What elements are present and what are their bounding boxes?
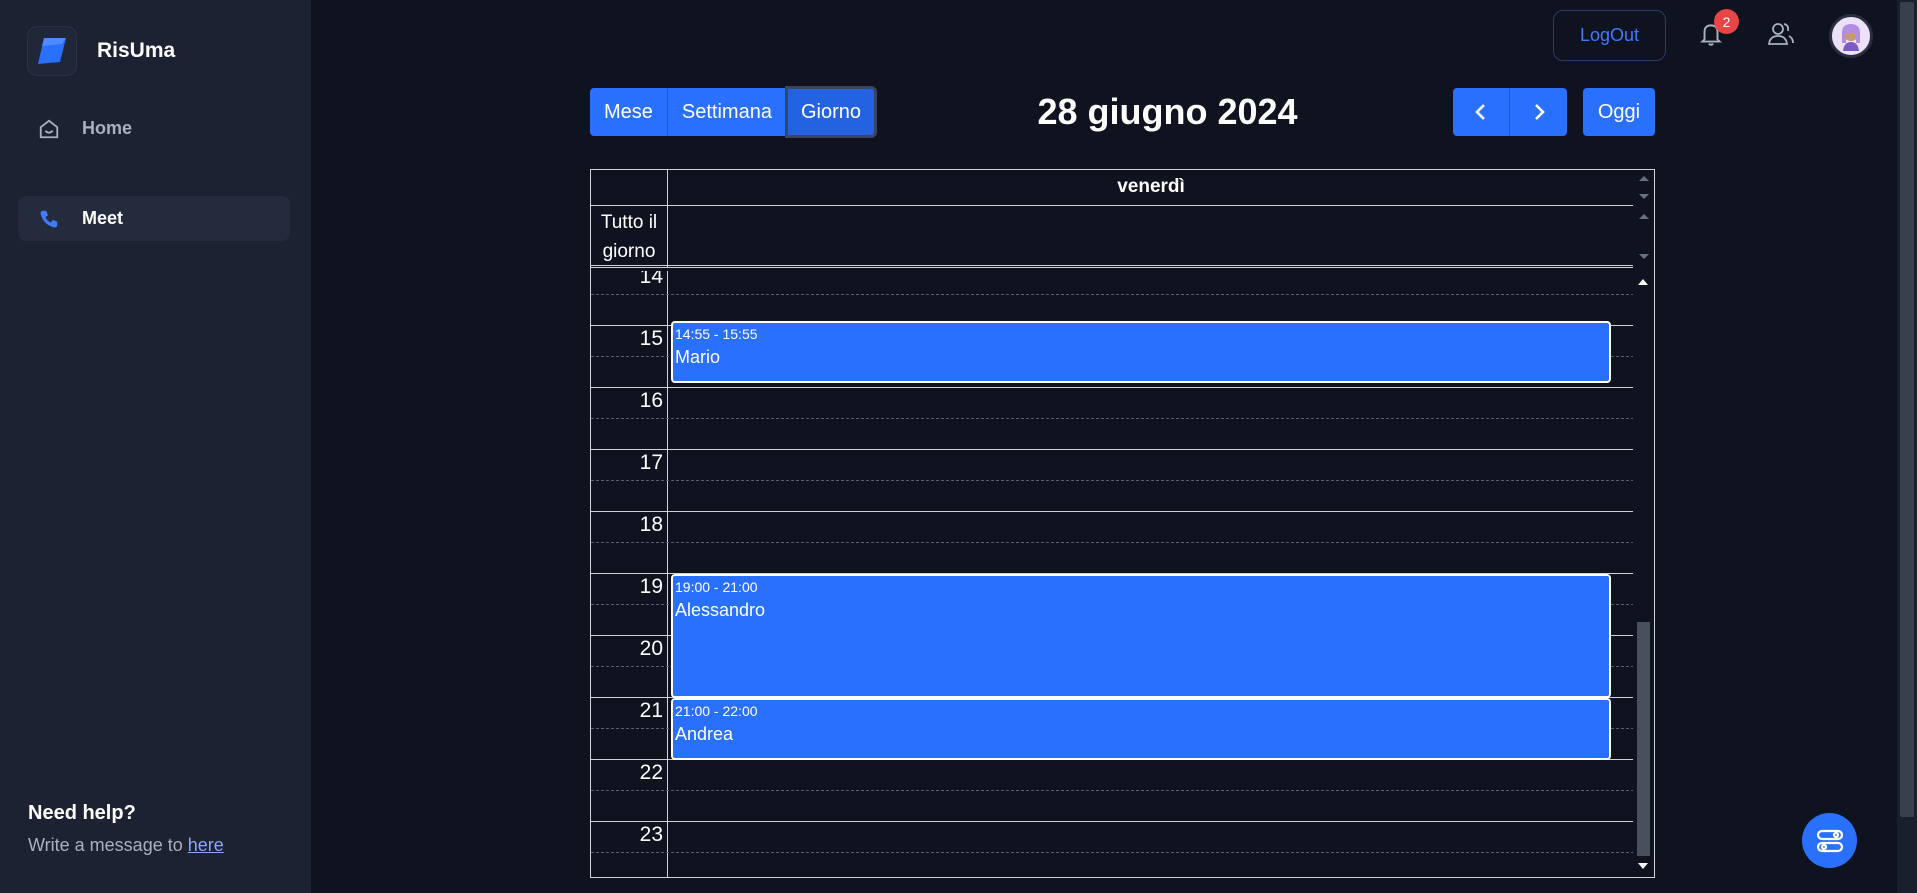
help-link[interactable]: here xyxy=(188,835,224,855)
brand-logo-icon xyxy=(27,26,77,76)
chevron-right-icon xyxy=(1534,104,1545,120)
scroll-up-icon xyxy=(1638,279,1648,285)
sidebar-item-label: Home xyxy=(82,118,133,138)
view-switcher: Mese Settimana Giorno xyxy=(590,86,878,138)
event-mario[interactable]: 14:55 - 15:55 Mario xyxy=(671,320,1611,383)
scroll-up-icon xyxy=(1639,214,1649,219)
all-day-label-line2: giorno xyxy=(602,241,656,262)
date-navigation xyxy=(1453,88,1567,136)
half-hour-line xyxy=(591,294,1634,295)
event-time: 19:00 - 21:00 xyxy=(675,579,758,595)
time-gutter xyxy=(591,271,668,877)
sidebar-item-home[interactable]: Home xyxy=(18,106,290,151)
logout-button[interactable]: LogOut xyxy=(1553,10,1666,61)
event-time: 21:00 - 22:00 xyxy=(675,703,758,719)
view-day-button[interactable]: Giorno xyxy=(784,86,878,138)
event-title: Mario xyxy=(675,346,721,367)
help-box: Need help? Write a message to here xyxy=(28,802,224,856)
half-hour-line xyxy=(591,480,1634,481)
help-text-label: Write a message to xyxy=(28,835,188,855)
phone-icon xyxy=(38,208,60,230)
hour-label: 18 xyxy=(639,513,663,536)
page-scrollbar[interactable] xyxy=(1897,0,1917,893)
brand[interactable]: RisUma xyxy=(27,26,175,76)
hour-label: 23 xyxy=(639,823,663,846)
day-name: venerdì xyxy=(1117,176,1185,197)
scroll-down-icon xyxy=(1639,194,1649,199)
hour-line xyxy=(591,387,1634,388)
header-gutter xyxy=(591,170,668,206)
event-title: Alessandro xyxy=(675,600,766,620)
hour-label: 20 xyxy=(639,637,663,660)
time-grid-scrollbar[interactable] xyxy=(1633,271,1654,877)
all-day-label-line1: Tutto il xyxy=(600,212,658,233)
users-icon[interactable] xyxy=(1765,18,1797,50)
event-andrea[interactable]: 21:00 - 22:00 Andrea xyxy=(671,698,1611,760)
time-grid[interactable]: 14 15 16 17 18 19 20 21 22 23 14:55 - 15:55 Mario 19… xyxy=(591,271,1634,877)
sidebar-item-label: Meet xyxy=(82,208,124,228)
avatar[interactable] xyxy=(1829,14,1873,58)
page-scrollbar-thumb[interactable] xyxy=(1900,2,1914,817)
notification-badge: 2 xyxy=(1714,9,1739,34)
hour-label: 21 xyxy=(639,699,663,722)
scrollbar-thumb[interactable] xyxy=(1637,622,1650,856)
app: RisUma Home Meet Need help? Write a mess… xyxy=(0,0,1917,893)
next-button[interactable] xyxy=(1510,88,1567,136)
scroll-up-icon xyxy=(1639,176,1649,181)
hour-label: 22 xyxy=(639,761,663,784)
help-title: Need help? xyxy=(28,802,136,824)
scroll-down-icon xyxy=(1638,863,1648,869)
sidebar: RisUma Home Meet Need help? Write a mess… xyxy=(0,0,311,893)
prev-button[interactable] xyxy=(1453,88,1510,136)
half-hour-line xyxy=(591,542,1634,543)
home-icon xyxy=(38,118,60,140)
hour-label: 19 xyxy=(639,575,663,598)
event-alessandro[interactable]: 19:00 - 21:00 Alessandro xyxy=(671,574,1611,698)
settings-fab[interactable] xyxy=(1802,813,1857,868)
hour-line xyxy=(591,449,1634,450)
calendar-header: venerdì xyxy=(591,170,1634,206)
hour-label: 17 xyxy=(639,451,663,474)
hour-line xyxy=(591,821,1634,822)
brand-name: RisUma xyxy=(97,39,176,62)
chevron-left-icon xyxy=(1475,104,1485,120)
hour-label: 16 xyxy=(639,389,663,412)
half-hour-line xyxy=(591,852,1634,853)
view-month-button[interactable]: Mese xyxy=(590,88,668,136)
all-day-row[interactable]: Tutto il giorno xyxy=(591,206,1634,268)
half-hour-line xyxy=(591,418,1634,419)
help-text: Write a message to here xyxy=(28,835,224,856)
hour-label: 14 xyxy=(639,271,663,288)
event-title: Andrea xyxy=(675,724,734,744)
toggles-icon xyxy=(1816,829,1843,852)
today-button[interactable]: Oggi xyxy=(1583,88,1655,136)
hour-label: 15 xyxy=(639,327,663,350)
sidebar-item-meet[interactable]: Meet xyxy=(18,196,290,241)
header-scrollbar[interactable] xyxy=(1633,170,1654,268)
day-calendar: venerdì Tutto il giorno 14 15 16 17 18 19 20 21… xyxy=(590,169,1655,878)
hour-line xyxy=(591,511,1634,512)
page-title: 28 giugno 2024 xyxy=(1037,91,1298,132)
view-week-button[interactable]: Settimana xyxy=(667,88,787,136)
scroll-down-icon xyxy=(1639,254,1649,259)
half-hour-line xyxy=(591,790,1634,791)
event-time: 14:55 - 15:55 xyxy=(675,325,758,342)
all-day-label: Tutto il giorno xyxy=(591,206,668,268)
